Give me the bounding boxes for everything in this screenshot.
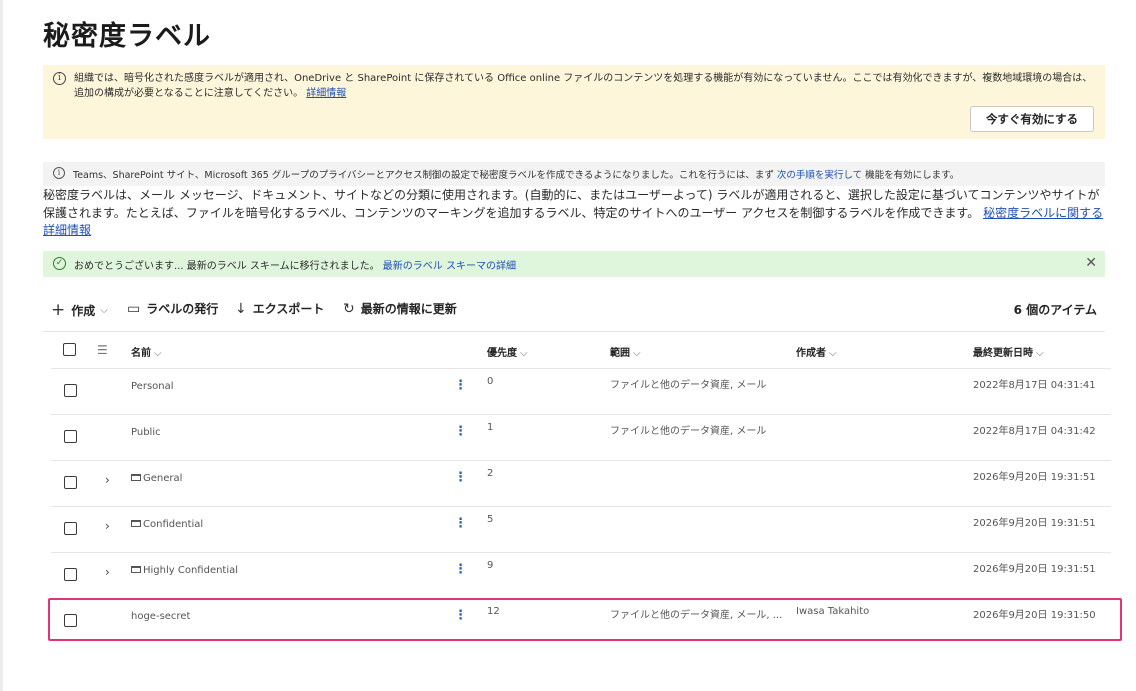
more-options-icon[interactable]: ⋮ bbox=[454, 562, 467, 577]
migration-success-banner: ✓ おめでとうございます... 最新のラベル スキームに移行されました。 最新の… bbox=[43, 251, 1105, 277]
chevron-right-icon[interactable]: › bbox=[105, 565, 110, 579]
label-modified: 2026年9月20日 19:31:51 bbox=[973, 518, 1096, 529]
page-description: 秘密度ラベルは、メール メッセージ、ドキュメント、サイトなどの分類に使用されます… bbox=[43, 187, 1105, 240]
label-priority: 12 bbox=[487, 606, 500, 617]
warning-message: 組織では、暗号化された感度ラベルが適用され、OneDrive と SharePo… bbox=[74, 71, 1094, 101]
table-row[interactable]: › General ⋮ 2 2026年9月20日 19:31:51 bbox=[51, 461, 1111, 507]
column-header-name[interactable]: 名前 ⌵ bbox=[131, 344, 162, 359]
refresh-button[interactable]: ↻ 最新の情報に更新 bbox=[343, 300, 457, 317]
export-button[interactable]: ↓ エクスポート bbox=[235, 300, 324, 317]
folder-icon bbox=[131, 520, 141, 527]
label-modified: 2026年9月20日 19:31:51 bbox=[973, 564, 1096, 575]
close-icon[interactable]: ✕ bbox=[1085, 255, 1097, 271]
checkmark-circle-icon: ✓ bbox=[53, 257, 66, 270]
column-header-modified[interactable]: 最終更新日時 ⌵ bbox=[973, 344, 1044, 359]
more-options-icon[interactable]: ⋮ bbox=[454, 608, 467, 623]
publish-labels-button[interactable]: ▭ ラベルの発行 bbox=[127, 300, 218, 317]
learn-more-link[interactable]: 詳細情報 bbox=[306, 88, 346, 99]
label-modified: 2022年8月17日 04:31:42 bbox=[973, 426, 1096, 437]
label-author: Iwasa Takahito bbox=[796, 606, 870, 617]
command-bar: + 作成 ⌵ ▭ ラベルの発行 ↓ エクスポート ↻ 最新の情報に更新 6 個の… bbox=[43, 296, 1105, 322]
export-label: エクスポート bbox=[252, 302, 325, 316]
chevron-down-icon: ⌵ bbox=[633, 348, 641, 359]
page-title: 秘密度ラベル bbox=[43, 21, 211, 52]
label-priority: 5 bbox=[487, 514, 494, 525]
success-message: おめでとうございます... 最新のラベル スキームに移行されました。 最新のラベ… bbox=[74, 257, 516, 272]
row-checkbox[interactable] bbox=[64, 430, 77, 443]
publish-icon: ▭ bbox=[127, 300, 141, 317]
row-checkbox[interactable] bbox=[64, 568, 77, 581]
label-priority: 9 bbox=[487, 560, 494, 571]
chevron-down-icon: ⌵ bbox=[520, 348, 528, 359]
info-icon: i bbox=[53, 72, 66, 85]
info-text-before: Teams、SharePoint サイト、Microsoft 365 グループの… bbox=[73, 170, 774, 181]
label-scope: ファイルと他のデータ資産, メール, ... bbox=[610, 610, 783, 621]
item-count: 6 個のアイテム bbox=[1013, 303, 1097, 317]
label-modified: 2026年9月20日 19:31:51 bbox=[973, 472, 1096, 483]
chevron-down-icon: ⌵ bbox=[1036, 348, 1044, 359]
download-icon: ↓ bbox=[235, 300, 247, 317]
plus-icon: + bbox=[51, 300, 66, 320]
table-row[interactable]: hoge-secret ⋮ 12 ファイルと他のデータ資産, メール, ... … bbox=[51, 599, 1111, 645]
success-text: おめでとうございます... 最新のラベル スキームに移行されました。 bbox=[74, 261, 380, 272]
table-row[interactable]: › Confidential ⋮ 5 2026年9月20日 19:31:51 bbox=[51, 507, 1111, 553]
label-priority: 2 bbox=[487, 468, 494, 479]
folder-icon bbox=[131, 474, 141, 481]
publish-label: ラベルの発行 bbox=[146, 302, 219, 316]
more-options-icon[interactable]: ⋮ bbox=[454, 424, 467, 439]
label-modified: 2022年8月17日 04:31:41 bbox=[973, 380, 1096, 391]
next-steps-link[interactable]: 次の手順を実行して bbox=[777, 170, 862, 181]
column-header-author[interactable]: 作成者 ⌵ bbox=[796, 344, 837, 359]
row-checkbox[interactable] bbox=[64, 522, 77, 535]
label-name[interactable]: hoge-secret bbox=[131, 611, 190, 622]
row-checkbox[interactable] bbox=[64, 614, 77, 627]
info-text-after: 機能を有効にします。 bbox=[865, 170, 960, 181]
info-icon: i bbox=[53, 167, 65, 179]
table-row[interactable]: › Highly Confidential ⋮ 9 2026年9月20日 19:… bbox=[51, 553, 1111, 599]
label-schema-details-link[interactable]: 最新のラベル スキーマの詳細 bbox=[383, 261, 516, 272]
chevron-right-icon[interactable]: › bbox=[105, 519, 110, 533]
chevron-right-icon[interactable]: › bbox=[105, 473, 110, 487]
table-header: ☰ 名前 ⌵ 優先度 ⌵ 範囲 ⌵ 作成者 ⌵ 最終更新日時 ⌵ bbox=[51, 332, 1111, 369]
teams-info-banner: i Teams、SharePoint サイト、Microsoft 365 グルー… bbox=[43, 162, 1105, 186]
create-button[interactable]: + 作成 ⌵ bbox=[51, 300, 108, 320]
create-label: 作成 bbox=[71, 303, 96, 318]
label-modified: 2026年9月20日 19:31:50 bbox=[973, 610, 1096, 621]
label-name[interactable]: Personal bbox=[131, 381, 174, 392]
row-checkbox[interactable] bbox=[64, 476, 77, 489]
more-options-icon[interactable]: ⋮ bbox=[454, 470, 467, 485]
label-group-name[interactable]: Highly Confidential bbox=[131, 565, 238, 576]
label-name[interactable]: Public bbox=[131, 427, 161, 438]
label-priority: 1 bbox=[487, 422, 494, 433]
more-options-icon[interactable]: ⋮ bbox=[454, 378, 467, 393]
encryption-warning-banner: i 組織では、暗号化された感度ラベルが適用され、OneDrive と Share… bbox=[43, 65, 1105, 139]
description-text: 秘密度ラベルは、メール メッセージ、ドキュメント、サイトなどの分類に使用されます… bbox=[43, 188, 1100, 220]
row-checkbox[interactable] bbox=[64, 384, 77, 397]
select-all-checkbox[interactable] bbox=[63, 343, 76, 356]
column-header-scope[interactable]: 範囲 ⌵ bbox=[610, 344, 641, 359]
chevron-down-icon: ⌵ bbox=[100, 304, 108, 316]
label-scope: ファイルと他のデータ資産, メール bbox=[610, 426, 767, 437]
refresh-icon: ↻ bbox=[343, 300, 355, 317]
refresh-label: 最新の情報に更新 bbox=[360, 302, 457, 316]
label-group-name[interactable]: General bbox=[131, 473, 182, 484]
enable-now-button[interactable]: 今すぐ有効にする bbox=[970, 106, 1094, 132]
column-header-priority[interactable]: 優先度 ⌵ bbox=[487, 344, 528, 359]
more-options-icon[interactable]: ⋮ bbox=[454, 516, 467, 531]
table-row[interactable]: Public ⋮ 1 ファイルと他のデータ資産, メール 2022年8月17日 … bbox=[51, 415, 1111, 461]
label-priority: 0 bbox=[487, 376, 494, 387]
list-options-icon[interactable]: ☰ bbox=[97, 343, 108, 357]
chevron-down-icon: ⌵ bbox=[154, 348, 162, 359]
label-group-name[interactable]: Confidential bbox=[131, 519, 203, 530]
left-border bbox=[0, 0, 3, 691]
table-row[interactable]: Personal ⋮ 0 ファイルと他のデータ資産, メール 2022年8月17… bbox=[51, 369, 1111, 415]
info-message: Teams、SharePoint サイト、Microsoft 365 グループの… bbox=[73, 167, 959, 181]
chevron-down-icon: ⌵ bbox=[829, 348, 837, 359]
folder-icon bbox=[131, 566, 141, 573]
warning-text: 組織では、暗号化された感度ラベルが適用され、OneDrive と SharePo… bbox=[74, 73, 1093, 99]
label-scope: ファイルと他のデータ資産, メール bbox=[610, 380, 767, 391]
